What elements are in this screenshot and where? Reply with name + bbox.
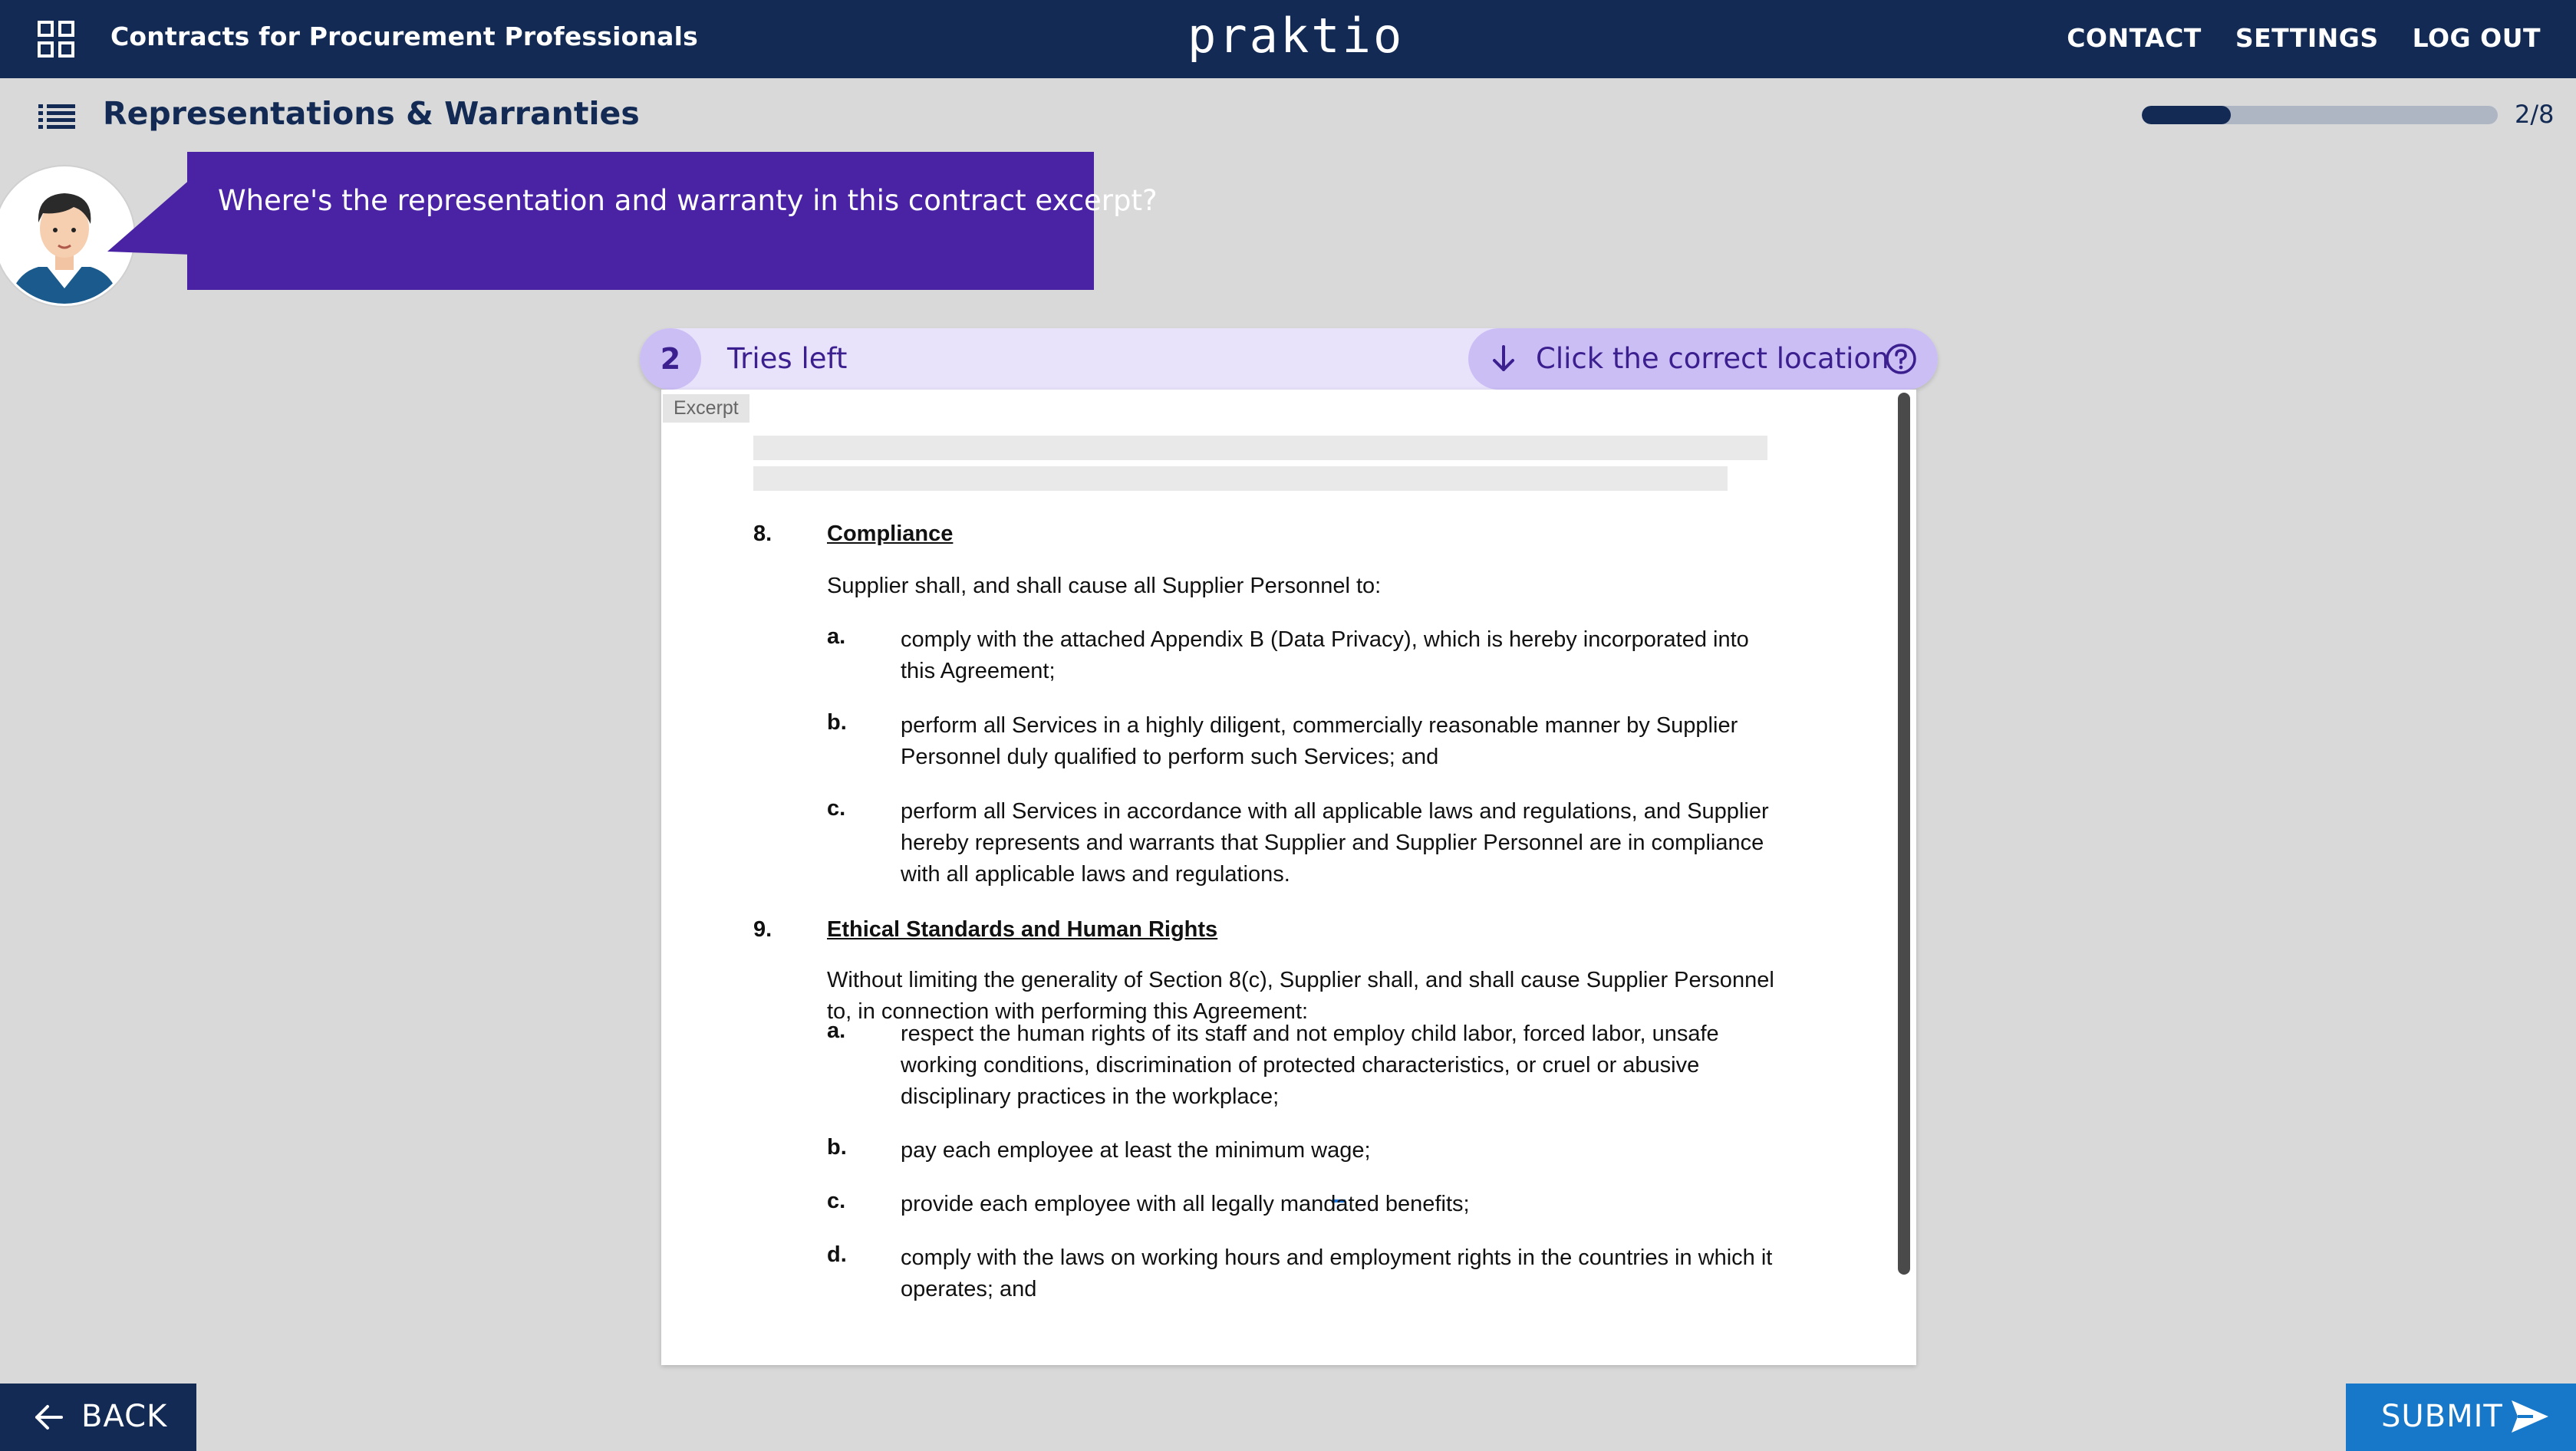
arrow-down-icon (1493, 345, 1514, 371)
clause-text[interactable]: respect the human rights of its staff an… (901, 1018, 1783, 1113)
clause-label: a. (827, 624, 846, 649)
clause-text[interactable]: perform all Services in a highly diligen… (901, 710, 1783, 773)
progress-bar (2142, 106, 2498, 124)
arrow-left-icon (35, 1405, 63, 1430)
progress-bar-fill (2142, 106, 2231, 124)
clause-text[interactable]: perform all Services in accordance with … (901, 796, 1783, 890)
section-number: 9. (753, 917, 772, 942)
submit-label: SUBMIT (2381, 1399, 2503, 1434)
clause-text[interactable]: comply with the laws on working hours an… (901, 1242, 1783, 1305)
logout-link[interactable]: LOG OUT (2413, 23, 2541, 53)
excerpt-tag: Excerpt (663, 394, 749, 423)
tries-label: Tries left (727, 342, 848, 375)
settings-link[interactable]: SETTINGS (2235, 23, 2379, 53)
redacted-line (753, 466, 1728, 491)
contract-excerpt[interactable]: Excerpt 8. Compliance Supplier shall, an… (661, 390, 1916, 1365)
section-title: Representations & Warranties (103, 95, 640, 132)
exercise-header: 2 Tries left Click the correct location (640, 328, 1938, 390)
clause-text[interactable]: comply with the attached Appendix B (Dat… (901, 624, 1783, 687)
document-scrollbar[interactable] (1898, 393, 1910, 1275)
section-intro[interactable]: Supplier shall, and shall cause all Supp… (827, 571, 1778, 602)
send-icon (2512, 1400, 2548, 1433)
top-nav: CONTACT SETTINGS LOG OUT (2067, 23, 2541, 53)
clause-label: b. (827, 710, 847, 735)
section-number: 8. (753, 522, 772, 546)
progress-text: 2/8 (2515, 100, 2555, 129)
section-heading[interactable]: Compliance (827, 522, 953, 547)
top-bar: Contracts for Procurement Professionals … (0, 0, 2576, 78)
brand-logo: praktio (1188, 8, 1405, 64)
back-label: BACK (81, 1399, 168, 1434)
back-button[interactable]: BACK (0, 1384, 196, 1451)
redacted-line (753, 436, 1767, 460)
apps-grid-icon[interactable] (37, 20, 75, 58)
instruction-text: Click the correct location (1536, 342, 1889, 375)
clause-label: b. (827, 1135, 847, 1160)
clause-label: c. (827, 1189, 846, 1213)
question-text: Where's the representation and warranty … (218, 184, 1158, 217)
clause-label: a. (827, 1018, 846, 1043)
clause-label: c. (827, 796, 846, 821)
question-bubble: Where's the representation and warranty … (187, 152, 1158, 290)
contact-link[interactable]: CONTACT (2067, 23, 2202, 53)
instruction-pill[interactable]: Click the correct location (1468, 328, 1938, 390)
help-circle-icon[interactable] (1884, 342, 1918, 376)
submit-button[interactable]: SUBMIT (2346, 1384, 2576, 1451)
clause-text[interactable]: provide each employee with all legally m… (901, 1189, 1783, 1220)
tries-count-badge: 2 (640, 328, 701, 390)
section-heading[interactable]: Ethical Standards and Human Rights (827, 917, 1217, 943)
clause-label: d. (827, 1242, 847, 1267)
clause-text[interactable]: pay each employee at least the minimum w… (901, 1135, 1783, 1166)
speech-bubble-tail (107, 178, 192, 255)
list-menu-icon[interactable] (38, 103, 75, 129)
course-title: Contracts for Procurement Professionals (110, 21, 698, 51)
